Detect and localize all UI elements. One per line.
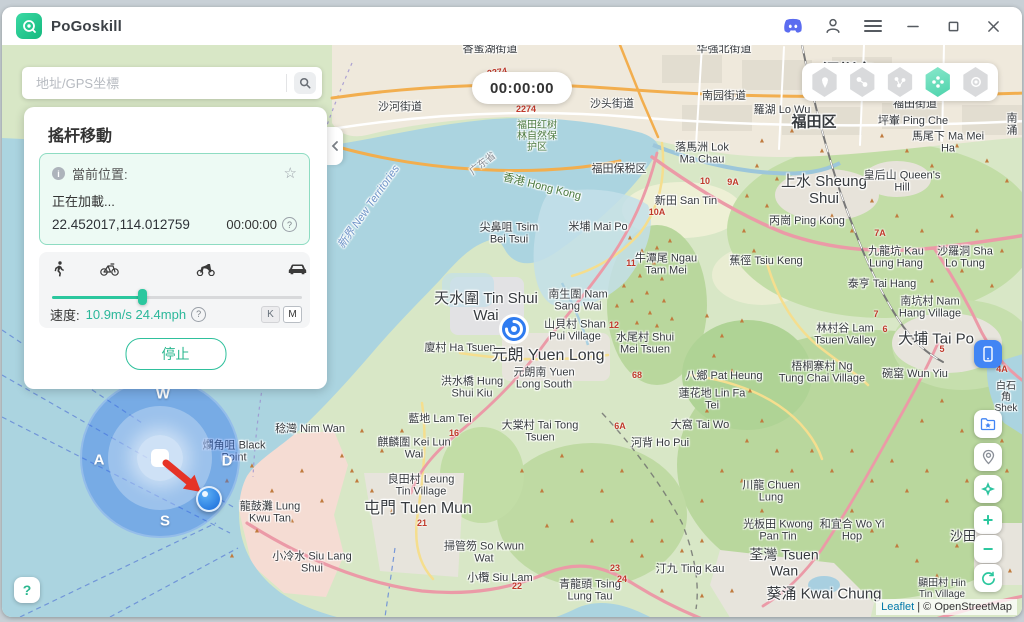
unit-km-button[interactable]: K <box>261 306 280 323</box>
joystick-panel: 搖杆移動 i 當前位置: ☆ 正在加載... 22.452017,114.012… <box>24 107 327 389</box>
location-label: 當前位置: <box>72 164 128 183</box>
bike-icon <box>99 261 119 277</box>
walk-icon <box>49 261 69 277</box>
search-input[interactable] <box>34 75 279 92</box>
mode-multi-spot-button[interactable] <box>887 67 914 97</box>
mode-toolbar <box>802 63 998 101</box>
key-d-label: D <box>222 453 233 470</box>
center-map-button[interactable] <box>974 475 1002 503</box>
car-icon <box>287 261 307 277</box>
zoom-out-button[interactable]: − <box>974 535 1002 563</box>
search-bar <box>22 67 322 99</box>
minus-icon: − <box>983 540 994 558</box>
session-timer-badge: 00:00:00 <box>472 72 572 104</box>
mode-gpx-button[interactable] <box>962 67 989 97</box>
slider-thumb[interactable] <box>138 289 147 305</box>
speed-slider[interactable] <box>52 289 302 305</box>
undo-button[interactable] <box>974 564 1002 592</box>
app-window: PoGoskill <box>2 7 1022 617</box>
joystick-widget: W A D S <box>80 378 240 538</box>
phone-icon <box>981 346 995 362</box>
pin-gear-icon <box>981 449 996 465</box>
speed-value: 10.9m/s 24.4mph <box>86 307 186 322</box>
account-button[interactable] <box>818 13 848 39</box>
hamburger-icon <box>864 19 882 33</box>
map-canvas[interactable]: ▲▲▲▲▲▲▲▲▲▲▲▲▲▲▲▲▲▲▲▲▲▲▲▲▲▲▲▲▲▲▲▲▲▲▲▲▲▲▲▲… <box>2 45 1022 617</box>
openstreetmap-link[interactable]: OpenStreetMap <box>934 601 1012 613</box>
spot-settings-button[interactable] <box>974 443 1002 471</box>
current-location-card: i 當前位置: ☆ 正在加載... 22.452017,114.012759 0… <box>39 153 310 245</box>
multi-spot-route-icon <box>893 75 907 89</box>
device-button[interactable] <box>974 340 1002 368</box>
speed-help-icon[interactable]: ? <box>191 307 206 322</box>
slider-fill <box>52 296 142 299</box>
speed-label: 速度: <box>50 305 80 324</box>
gpx-import-button[interactable] <box>974 410 1002 438</box>
minimize-button[interactable] <box>898 13 928 39</box>
minimize-icon <box>906 19 920 33</box>
speed-card: 速度: 10.9m/s 24.4mph ? K M <box>39 252 310 328</box>
gpx-route-icon <box>969 75 983 89</box>
zoom-in-button[interactable]: + <box>974 506 1002 534</box>
panel-title: 搖杆移動 <box>48 122 112 146</box>
maximize-icon <box>947 20 960 33</box>
unit-mph-button[interactable]: M <box>283 306 302 323</box>
app-title: PoGoskill <box>51 18 122 35</box>
close-button[interactable] <box>978 13 1008 39</box>
folder-star-icon <box>980 417 996 431</box>
menu-button[interactable] <box>858 13 888 39</box>
discord-button[interactable] <box>778 13 808 39</box>
timer-help-icon[interactable]: ? <box>282 217 297 232</box>
person-icon <box>823 16 843 36</box>
stop-button[interactable]: 停止 <box>125 338 226 370</box>
two-spot-route-icon <box>855 75 869 89</box>
discord-icon <box>782 18 804 35</box>
titlebar: PoGoskill <box>2 7 1022 45</box>
mode-joystick-button[interactable] <box>924 67 951 97</box>
joystick-knob[interactable] <box>196 486 222 512</box>
joystick-icon <box>931 75 945 89</box>
current-position-marker <box>496 311 532 347</box>
mode-two-spot-button[interactable] <box>849 67 876 97</box>
info-icon: i <box>52 167 65 180</box>
maximize-button[interactable] <box>938 13 968 39</box>
scooter-icon <box>195 261 215 277</box>
key-s-label: S <box>160 513 170 530</box>
leaflet-link[interactable]: Leaflet <box>881 601 914 613</box>
joystick-center-button[interactable] <box>151 449 169 467</box>
key-a-label: A <box>94 452 105 469</box>
location-coords: 22.452017,114.012759 <box>52 217 190 232</box>
collapse-panel-button[interactable] <box>327 127 343 165</box>
search-button[interactable] <box>294 72 316 94</box>
map-attribution: Leaflet | © OpenStreetMap <box>876 599 1017 615</box>
plus-icon: + <box>983 511 994 529</box>
mode-teleport-button[interactable] <box>811 67 838 97</box>
divider <box>286 74 287 92</box>
close-icon <box>987 20 1000 33</box>
teleport-pin-icon <box>818 75 832 89</box>
location-timer: 00:00:00 <box>226 217 277 232</box>
chevron-left-icon <box>330 140 340 152</box>
undo-icon <box>981 571 996 586</box>
location-status: 正在加載... <box>52 191 297 210</box>
help-button[interactable]: ? <box>14 577 40 603</box>
attribution-separator: | © <box>914 601 934 613</box>
search-icon <box>299 77 311 89</box>
app-logo-icon <box>16 13 42 39</box>
compass-icon <box>980 481 996 497</box>
favorite-star-button[interactable]: ☆ <box>284 166 297 181</box>
